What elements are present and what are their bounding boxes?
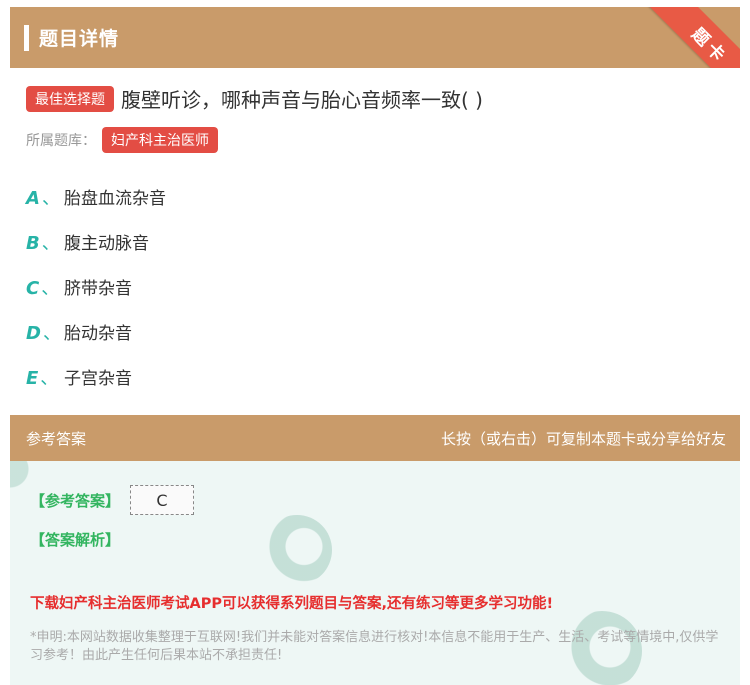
watermark-logo-icon <box>10 461 30 489</box>
header-accent-bar <box>24 24 29 51</box>
option-a[interactable]: A、 胎盘血流杂音 <box>26 174 166 219</box>
option-text: 胎动杂音 <box>64 324 132 344</box>
answer-label: 【参考答案】 <box>30 491 121 510</box>
bank-label: 所属题库： <box>26 133 96 149</box>
answer-section-label: 参考答案 <box>26 429 87 448</box>
options-list: A、 胎盘血流杂音 B、 腹主动脉音 C、 脐带杂音 D、 胎动杂音 E、 子宫… <box>26 174 166 399</box>
app-download-promo[interactable]: 下载妇产科主治医师考试APP可以获得系列题目与答案,还有练习等更多学习功能! <box>30 592 553 613</box>
answer-line: 【参考答案】 C <box>30 485 195 515</box>
question-stem: 腹壁听诊，哪种声音与胎心音频率一致( ) <box>121 88 483 112</box>
page-title: 题目详情 <box>39 28 120 50</box>
option-e[interactable]: E、 子宫杂音 <box>26 354 166 399</box>
watermark-logo-icon <box>262 515 332 585</box>
question-type-badge: 最佳选择题 <box>26 85 114 112</box>
answer-body: 【参考答案】 C 【答案解析】 下载妇产科主治医师考试APP可以获得系列题目与答… <box>10 461 740 685</box>
option-d[interactable]: D、 胎动杂音 <box>26 309 166 354</box>
option-text: 胎盘血流杂音 <box>64 189 166 209</box>
option-text: 脐带杂音 <box>64 279 132 299</box>
ribbon-band[interactable]: 题卡 <box>641 7 740 68</box>
bank-row: 所属题库： 妇产科主治医师 <box>26 127 218 153</box>
question-card: 题目详情 题卡 最佳选择题 腹壁听诊，哪种声音与胎心音频率一致( ) 所属题库：… <box>10 7 740 403</box>
option-text: 腹主动脉音 <box>64 234 149 254</box>
option-b[interactable]: B、 腹主动脉音 <box>26 219 166 264</box>
question-row: 最佳选择题 腹壁听诊，哪种声音与胎心音频率一致( ) <box>26 84 483 113</box>
option-letter: E、 <box>26 367 59 389</box>
option-c[interactable]: C、 脐带杂音 <box>26 264 166 309</box>
bank-badge[interactable]: 妇产科主治医师 <box>102 127 218 153</box>
answer-value: C <box>130 485 195 515</box>
share-hint: 长按（或右击）可复制本题卡或分享给好友 <box>440 429 726 448</box>
analysis-label: 【答案解析】 <box>30 531 121 549</box>
option-letter: B、 <box>26 232 60 254</box>
answer-section-header: 参考答案 长按（或右击）可复制本题卡或分享给好友 <box>10 415 740 461</box>
ribbon-label: 题卡 <box>687 24 732 68</box>
option-letter: A、 <box>26 187 60 209</box>
disclaimer-text: *申明:本网站数据收集整理于互联网!我们并未能对答案信息进行核对!本信息不能用于… <box>30 630 719 663</box>
analysis-line: 【答案解析】 <box>30 529 120 550</box>
question-card-ribbon[interactable]: 题卡 <box>640 7 740 68</box>
option-letter: C、 <box>26 277 60 299</box>
card-header: 题目详情 题卡 <box>10 7 740 68</box>
option-letter: D、 <box>26 322 61 344</box>
option-text: 子宫杂音 <box>64 369 132 389</box>
